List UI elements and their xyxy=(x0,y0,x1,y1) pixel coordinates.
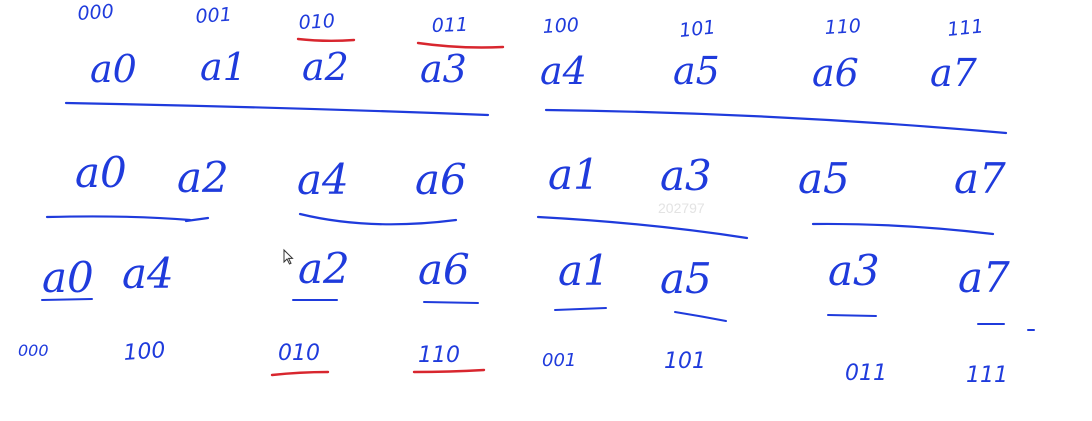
row2-line-1b xyxy=(184,216,210,223)
row2-line-3 xyxy=(536,215,749,240)
row2-label-3: a6 xyxy=(415,155,467,204)
row3-bit-4: 001 xyxy=(542,350,576,371)
row3-bit-6: 011 xyxy=(845,361,887,386)
arrow-cursor-icon xyxy=(283,248,294,265)
whiteboard-canvas: 000 001 010 011 100 101 110 111 a0 a1 a2… xyxy=(18,1,1035,388)
row1-bit-3: 011 xyxy=(431,14,468,37)
row1-bit-6: 110 xyxy=(824,15,861,39)
row2-label-7: a7 xyxy=(954,154,1006,203)
row3-label-0: a0 xyxy=(42,253,94,302)
row2-label-6: a5 xyxy=(798,154,850,203)
row3-label-4: a1 xyxy=(558,246,610,295)
row1-label-1: a1 xyxy=(200,45,247,89)
row3-label-3: a6 xyxy=(418,245,470,294)
row3-bit-1: 100 xyxy=(123,338,167,366)
row2-line-1 xyxy=(45,215,192,222)
row1-bit-0: 000 xyxy=(77,1,115,25)
row1-bit-7: 111 xyxy=(946,15,984,41)
row3-red-underline-110 xyxy=(412,368,486,374)
row1-line-left xyxy=(64,101,490,117)
row3-underline-5 xyxy=(674,311,727,322)
row2-label-4: a1 xyxy=(548,150,600,199)
watermark: 202797 xyxy=(658,200,705,216)
row3-bit-3: 110 xyxy=(418,343,460,368)
row3-bit-5: 101 xyxy=(664,349,706,374)
row3-bit-0: 000 xyxy=(18,341,49,360)
row1-bit-4: 100 xyxy=(542,14,579,38)
row1-label-6: a6 xyxy=(812,51,859,95)
row1-bit-1: 001 xyxy=(195,4,233,28)
row1-bit-5: 101 xyxy=(678,16,716,42)
row3-label-7: a7 xyxy=(958,253,1010,302)
row1-label-5: a5 xyxy=(673,49,720,93)
row3-underline-6 xyxy=(827,314,877,317)
row2-label-5: a3 xyxy=(660,151,712,200)
row1-bits: 000 001 010 011 100 101 110 111 xyxy=(77,1,985,42)
row1-bit-2: 010 xyxy=(298,10,335,34)
row2-group-lines xyxy=(45,212,995,240)
row1-red-underline-010 xyxy=(296,37,356,42)
row1-line-right xyxy=(544,108,1008,135)
row3-underlines xyxy=(41,298,1035,331)
row2-labels: a0 a2 a4 a6 a1 a3 a5 a7 xyxy=(75,148,1006,204)
row1-label-7: a7 xyxy=(930,51,978,95)
row3-label-2: a2 xyxy=(298,244,350,293)
row2-label-0: a0 xyxy=(75,148,127,197)
row1-label-3: a3 xyxy=(420,47,467,91)
row3-labels: a0 a4 a2 a6 a1 a5 a3 a7 xyxy=(42,244,1010,303)
row3-bit-2: 010 xyxy=(278,341,320,366)
row2-line-4 xyxy=(811,222,995,236)
row3-label-6: a3 xyxy=(828,246,880,295)
row3-red-underlines xyxy=(270,368,486,377)
row2-line-2 xyxy=(298,212,458,226)
row2-label-2: a4 xyxy=(297,155,349,204)
row3-bits: 000 100 010 110 001 101 011 111 xyxy=(18,338,1008,388)
row1-group-lines xyxy=(64,101,1008,135)
row1-labels: a0 a1 a2 a3 a4 a5 a6 a7 xyxy=(90,45,978,95)
row1-label-0: a0 xyxy=(90,47,137,91)
row2-label-1: a2 xyxy=(177,153,229,202)
row3-underline-3 xyxy=(423,301,479,304)
row1-label-2: a2 xyxy=(302,45,349,89)
row3-red-underline-010 xyxy=(270,370,330,377)
row3-underline-0 xyxy=(41,298,93,301)
row3-underline-4 xyxy=(554,307,607,311)
row3-label-1: a4 xyxy=(122,249,174,298)
row1-label-4: a4 xyxy=(540,49,587,93)
row3-bit-7: 111 xyxy=(966,363,1008,388)
row3-label-5: a5 xyxy=(660,254,712,303)
